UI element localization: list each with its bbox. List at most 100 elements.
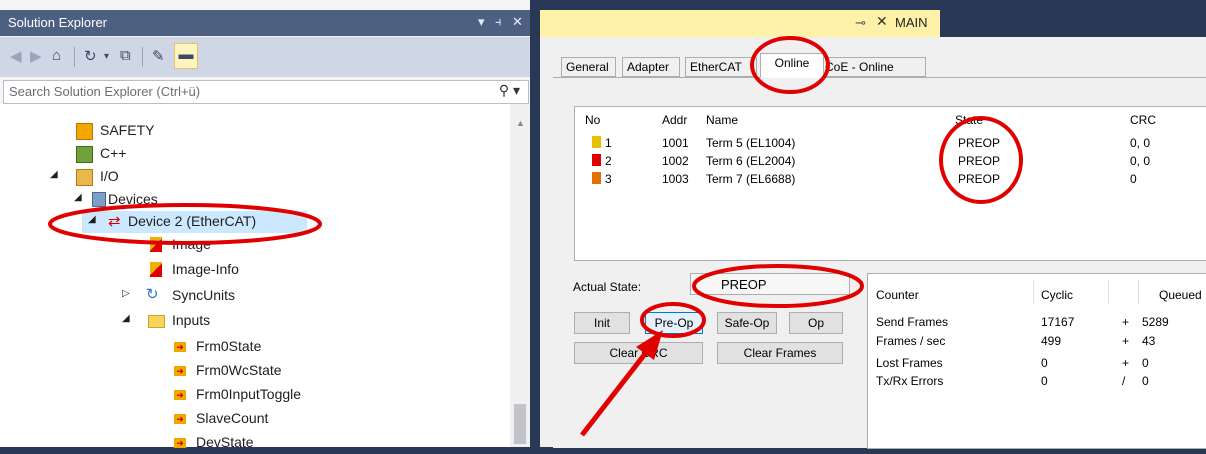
column-divider [1033, 280, 1034, 304]
tree-item-io[interactable]: ◢ I/O [0, 166, 510, 188]
column-header-state[interactable]: State [955, 113, 983, 127]
actual-state-value: PREOP [690, 273, 850, 295]
solution-explorer-panel: Solution Explorer ▾ ⫞ ✕ ◀ ▶ ⌂ ↻ ▾ ⧉ ✎ ▬ … [0, 0, 530, 450]
tree-item-label: Image-Info [172, 261, 239, 277]
tab-adapter[interactable]: Adapter [622, 57, 680, 77]
tree-item-frm0state[interactable]: ➜ Frm0State [0, 336, 510, 358]
tree-item-syncunits[interactable]: ▷ ↻ SyncUnits [0, 285, 510, 307]
tree-item-inputs[interactable]: ◢ Inputs [0, 310, 510, 332]
close-tab-icon[interactable]: ✕ [876, 13, 888, 30]
op-button[interactable]: Op [789, 312, 843, 334]
home-icon[interactable]: ⌂ [52, 47, 61, 64]
terminal-icon [592, 154, 601, 166]
counter-cyclic: 499 [1041, 334, 1062, 348]
expand-icon[interactable]: ◢ [50, 169, 58, 180]
frame-counter-table: Counter Cyclic Queued Send Frames 17167 … [867, 273, 1206, 449]
cell-name: Term 7 (EL6688) [706, 172, 796, 186]
tab-coe-online[interactable]: CoE - Online [820, 57, 926, 77]
tab-main[interactable]: ⊸ ✕ MAIN [540, 10, 940, 38]
tree-item-label: SlaveCount [196, 410, 269, 426]
clear-frames-button[interactable]: Clear Frames [717, 342, 843, 364]
table-row[interactable]: 1 1001 Term 5 (EL1004) PREOP 0, 0 [575, 136, 1205, 154]
tree-item-label: Inputs [172, 312, 211, 328]
collapse-all-icon[interactable]: ⧉ [120, 47, 131, 64]
column-header-cyclic: Cyclic [1041, 288, 1073, 302]
expand-icon[interactable]: ◢ [88, 214, 96, 225]
init-button[interactable]: Init [574, 312, 630, 334]
tree-item-frm0wcstate[interactable]: ➜ Frm0WcState [0, 360, 510, 382]
tree-item-safety[interactable]: SAFETY [0, 120, 510, 142]
back-icon[interactable]: ◀ [10, 47, 22, 65]
tree-item-image-info[interactable]: Image-Info [0, 259, 510, 281]
counter-op: + [1122, 334, 1130, 348]
tree-item-frm0inputtoggle[interactable]: ➜ Frm0InputToggle [0, 384, 510, 406]
input-var-icon: ➜ [174, 342, 186, 352]
syncunits-icon: ↻ [146, 286, 159, 303]
cell-name: Term 6 (EL2004) [706, 154, 796, 168]
sync-icon[interactable]: ↻ [84, 47, 97, 65]
input-var-icon: ➜ [174, 390, 186, 400]
cell-addr: 1003 [662, 172, 689, 186]
devices-icon [92, 192, 106, 207]
column-header-name[interactable]: Name [706, 113, 738, 127]
counter-op: / [1122, 374, 1126, 388]
tree-item-label: SyncUnits [172, 287, 236, 303]
tree-item-device-2[interactable]: ◢ ⇄ Device 2 (EtherCAT) [82, 211, 307, 233]
tab-ethercat[interactable]: EtherCAT [685, 57, 757, 77]
expand-icon[interactable]: ◢ [74, 192, 82, 203]
cell-state: PREOP [958, 172, 1001, 186]
counter-queued: 0 [1142, 356, 1149, 370]
search-icon[interactable]: ⚲ ▾ [499, 82, 520, 99]
close-icon[interactable]: ✕ [512, 14, 523, 30]
preop-button[interactable]: Pre-Op [645, 312, 703, 334]
ethercat-device-icon: ⇄ [108, 213, 121, 230]
counter-label: Frames / sec [876, 334, 946, 348]
pin-icon[interactable]: ⊸ [855, 15, 866, 31]
clear-crc-button[interactable]: Clear CRC [574, 342, 703, 364]
pin-icon[interactable]: ⫞ [495, 14, 502, 30]
column-header-crc[interactable]: CRC [1130, 113, 1156, 127]
tab-general[interactable]: General [561, 57, 616, 77]
preview-icon[interactable]: ▬ [174, 43, 198, 69]
tab-online[interactable]: Online [760, 53, 824, 78]
tree-item-label: C++ [100, 145, 127, 161]
expand-icon[interactable]: ◢ [122, 313, 130, 324]
chevron-down-icon[interactable]: ▾ [104, 51, 109, 62]
tree-item-label: Frm0State [196, 338, 262, 354]
properties-icon[interactable]: ✎ [152, 47, 165, 65]
tree-scrollbar[interactable]: ▲ [510, 104, 530, 447]
terminal-icon [592, 172, 601, 184]
search-input[interactable]: Search Solution Explorer (Ctrl+ü) ⚲ ▾ [3, 80, 529, 104]
counter-queued: 5289 [1142, 315, 1169, 329]
main-editor: General Adapter EtherCAT CoE - Online On… [540, 37, 1206, 449]
expand-icon[interactable]: ▷ [122, 288, 130, 299]
tree-item-slavecount[interactable]: ➜ SlaveCount [0, 408, 510, 430]
safeop-button[interactable]: Safe-Op [717, 312, 777, 334]
solution-explorer-toolbar: ◀ ▶ ⌂ ↻ ▾ ⧉ ✎ ▬ [0, 37, 530, 77]
column-header-queued: Queued [1159, 288, 1202, 302]
solution-explorer-titlebar: Solution Explorer ▾ ⫞ ✕ [0, 10, 530, 36]
forward-icon[interactable]: ▶ [30, 47, 42, 65]
counter-label: Tx/Rx Errors [876, 374, 944, 388]
column-header-no[interactable]: No [585, 113, 600, 127]
scrollbar-thumb[interactable] [514, 404, 526, 444]
cell-no: 2 [605, 154, 612, 168]
dropdown-icon[interactable]: ▾ [478, 14, 485, 30]
tree-item-devices[interactable]: ◢ Devices [0, 189, 510, 211]
counter-queued: 43 [1142, 334, 1156, 348]
cell-crc: 0 [1130, 172, 1137, 186]
counter-cyclic: 0 [1041, 356, 1048, 370]
table-row[interactable]: 2 1002 Term 6 (EL2004) PREOP 0, 0 [575, 154, 1205, 172]
tree-item-cpp[interactable]: C++ [0, 143, 510, 165]
table-row[interactable]: 3 1003 Term 7 (EL6688) PREOP 0 [575, 172, 1205, 190]
folder-icon [148, 315, 165, 328]
column-header-addr[interactable]: Addr [662, 113, 687, 127]
image-info-icon [150, 262, 162, 277]
tree-item-label: I/O [100, 168, 119, 184]
tree-item-image[interactable]: Image [0, 234, 510, 256]
counter-label: Lost Frames [876, 356, 943, 370]
counter-cyclic: 0 [1041, 374, 1048, 388]
counter-label: Send Frames [876, 315, 949, 329]
scroll-up-icon[interactable]: ▲ [516, 118, 525, 128]
tree-item-devstate[interactable]: ➜ DevState [0, 432, 510, 454]
